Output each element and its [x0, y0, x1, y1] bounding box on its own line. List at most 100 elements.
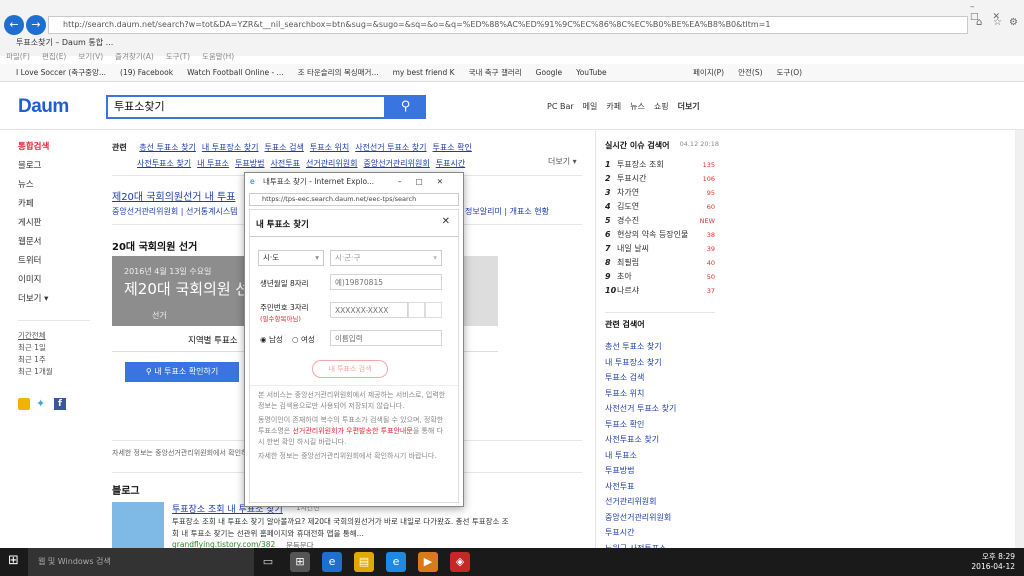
popup-window-controls[interactable]: –□✕ [398, 173, 457, 191]
menu-edit[interactable]: 편집(E) [42, 52, 66, 61]
related-panel-link[interactable]: 선거관리위원회 [605, 494, 715, 510]
realtime-item[interactable]: 1 투표장소 조회 135 [605, 158, 715, 172]
leftnav-cafe[interactable]: 카페 [18, 195, 49, 214]
task-view-icon[interactable]: ▭ [258, 552, 278, 572]
topnav-pcbar[interactable]: PC Bar [547, 102, 574, 111]
banner-tab[interactable]: 선거 [152, 310, 167, 321]
related-panel-link[interactable]: 내 투표소 [605, 448, 715, 464]
related-panel-link[interactable]: 투표소 검색 [605, 370, 715, 386]
taskbar-search[interactable]: 웹 및 Windows 검색 [28, 548, 254, 576]
fav-item[interactable]: Google [536, 68, 562, 77]
ie-taskbar-icon[interactable]: e [322, 552, 342, 572]
back-button[interactable]: ← [4, 15, 24, 35]
related-link[interactable]: 투표방법 [235, 159, 264, 168]
rank-word[interactable]: 나르샤 [617, 286, 639, 295]
leftnav-total[interactable]: 통합검색 [18, 138, 49, 157]
leftnav-web[interactable]: 웹문서 [18, 233, 49, 252]
topnav-mail[interactable]: 메일 [583, 102, 598, 111]
menu-favorites[interactable]: 즐겨찾기(A) [115, 52, 154, 61]
fav-item[interactable]: (19) Facebook [120, 68, 173, 77]
realtime-item[interactable]: 5 경수진 NEW [605, 214, 715, 228]
share-icon[interactable] [18, 398, 30, 410]
gender-male-radio[interactable]: ◉ 남성 [260, 334, 283, 345]
fav-item[interactable]: I Love Soccer (축구중앙... [16, 68, 106, 77]
cmd-safety[interactable]: 안전(S) [738, 68, 762, 77]
rank-word[interactable]: 초아 [617, 272, 632, 281]
related-link[interactable]: 선거관리위원회 [306, 159, 358, 168]
related-panel-link[interactable]: 총선 투표소 찾기 [605, 339, 715, 355]
related-panel-link[interactable]: 사전투표소 찾기 [605, 432, 715, 448]
app-icon[interactable]: ◈ [450, 552, 470, 572]
rank-word[interactable]: 차가연 [617, 188, 639, 197]
gender-female-radio[interactable]: ○ 여성 [292, 334, 315, 345]
menu-tools[interactable]: 도구(T) [166, 52, 190, 61]
address-bar[interactable]: http://search.daum.net/search?w=tot&DA=Y… [48, 16, 968, 34]
period-1week[interactable]: 최근 1주 [18, 354, 53, 366]
related-link[interactable]: 투표소 확인 [433, 143, 472, 152]
related-link[interactable]: 투표소 위치 [310, 143, 349, 152]
realtime-item[interactable]: 7 내일 날씨 39 [605, 242, 715, 256]
windows-store-icon[interactable]: ⊞ [290, 552, 310, 572]
topnav-news[interactable]: 뉴스 [630, 102, 645, 111]
popup-address-bar[interactable]: https://tps-eec.search.daum.net/eec-tps/… [249, 193, 459, 206]
leftnav-news[interactable]: 뉴스 [18, 176, 49, 195]
browser-tab[interactable]: 투표소찾기 – Daum 통합 ... [4, 36, 126, 50]
realtime-item[interactable]: 6 현상의 약속 등장인물 38 [605, 228, 715, 242]
birth-input[interactable] [330, 274, 442, 290]
related-link[interactable]: 사전선거 투표소 찾기 [355, 143, 426, 152]
leftnav-board[interactable]: 게시판 [18, 214, 49, 233]
topnav-cafe[interactable]: 카페 [606, 102, 621, 111]
realtime-item[interactable]: 9 초아 50 [605, 270, 715, 284]
sigungu-select[interactable]: 시·군·구 ▾ [330, 250, 442, 266]
leftnav-twitter[interactable]: 트위터 [18, 252, 49, 271]
page-scrollbar[interactable] [1015, 130, 1024, 548]
cmd-page[interactable]: 페이지(P) [693, 68, 724, 77]
realtime-item[interactable]: 8 최필립 40 [605, 256, 715, 270]
leftnav-image[interactable]: 이미지 [18, 271, 49, 290]
realtime-item[interactable]: 10나르샤 37 [605, 284, 715, 298]
search-button[interactable]: ⚲ [385, 95, 426, 119]
related-more[interactable]: 더보기 ▾ [548, 156, 577, 167]
leftnav-more[interactable]: 더보기 ▾ [18, 290, 49, 309]
related-panel-link[interactable]: 투표방법 [605, 463, 715, 479]
fav-item[interactable]: 국내 축구 갤러리 [469, 68, 522, 77]
period-all[interactable]: 기간전체 [18, 330, 53, 342]
rank-word[interactable]: 경수진 [617, 216, 639, 225]
rank-word[interactable]: 내일 날씨 [617, 244, 649, 253]
close-icon[interactable]: ✕ [442, 216, 450, 227]
rank-word[interactable]: 김도연 [617, 202, 639, 211]
related-panel-link[interactable]: 중앙선거관리위원회 [605, 510, 715, 526]
forward-button[interactable]: → [26, 15, 46, 35]
result-sublinks[interactable]: 중앙선거관리위원회 | 선거통계시스템 [112, 206, 238, 217]
result-title-link[interactable]: 제20대 국회의원선거 내 투표 [112, 188, 235, 203]
search-input[interactable]: 투표소찾기 [106, 95, 386, 119]
related-link[interactable]: 사전투표소 찾기 [137, 159, 191, 168]
windows-start-icon[interactable]: ⊞ [8, 553, 19, 568]
related-link[interactable]: 내 투표장소 찾기 [202, 143, 259, 152]
related-panel-link[interactable]: 사전투표 [605, 479, 715, 495]
taskbar-clock[interactable]: 오후 8:29 2016-04-12 [965, 552, 1015, 572]
blog-thumbnail[interactable] [112, 502, 164, 548]
id-input[interactable] [330, 302, 408, 318]
related-link[interactable]: 내 투표소 [197, 159, 229, 168]
leftnav-blog[interactable]: 블로그 [18, 157, 49, 176]
related-panel-link[interactable]: 투표소 위치 [605, 386, 715, 402]
rank-word[interactable]: 최필립 [617, 258, 639, 267]
related-link[interactable]: 총선 투표소 찾기 [139, 143, 196, 152]
related-panel-link[interactable]: 사전선거 투표소 찾기 [605, 401, 715, 417]
id-digit-box[interactable] [408, 302, 425, 318]
sido-select[interactable]: 시·도 ▾ [258, 250, 324, 266]
rank-word[interactable]: 투표시간 [617, 174, 646, 183]
fav-item[interactable]: 조 타운슬리의 복싱매거... [298, 68, 379, 77]
fav-item[interactable]: Watch Football Online - ... [187, 68, 284, 77]
cmd-tools[interactable]: 도구(O) [777, 68, 803, 77]
related-link[interactable]: 중앙선거관리위원회 [363, 159, 429, 168]
menu-file[interactable]: 파일(F) [6, 52, 30, 61]
menu-help[interactable]: 도움말(H) [202, 52, 234, 61]
polling-search-button[interactable]: 내 투표소 검색 [312, 360, 388, 378]
rank-word[interactable]: 현상의 약속 등장인물 [617, 230, 688, 239]
name-input[interactable] [330, 330, 442, 346]
topnav-shopping[interactable]: 쇼핑 [654, 102, 669, 111]
fav-item[interactable]: YouTube [576, 68, 607, 77]
period-1day[interactable]: 최근 1일 [18, 342, 53, 354]
